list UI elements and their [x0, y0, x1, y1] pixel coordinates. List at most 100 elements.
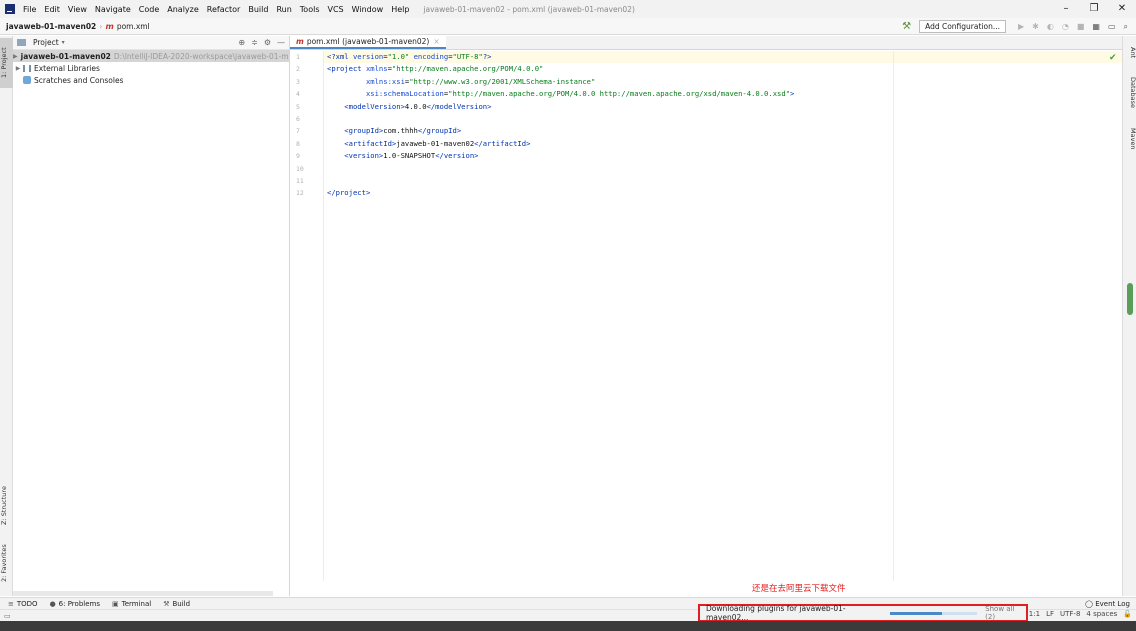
menu-edit[interactable]: Edit	[40, 5, 64, 14]
tab-build[interactable]: ⚒ Build	[163, 600, 190, 608]
editor-tab-label: pom.xml (javaweb-01-maven02)	[306, 37, 430, 46]
expand-arrow-icon[interactable]: ▶	[13, 53, 18, 60]
minimize-button[interactable]: –	[1052, 0, 1080, 18]
menu-window[interactable]: Window	[348, 5, 388, 14]
tab-favorites[interactable]: 2: Favorites	[0, 536, 13, 590]
no-problems-check-icon[interactable]: ✔	[1109, 53, 1117, 63]
layout-icon[interactable]: ▭	[1108, 22, 1116, 31]
progress-fill	[890, 611, 943, 615]
code-line-1[interactable]: <?xml version="1.0" encoding="UTF-8"?>	[324, 51, 1122, 64]
menu-code[interactable]: Code	[135, 5, 163, 14]
tab-project[interactable]: 1: Project	[0, 38, 13, 88]
line-number-gutter: 1 2 3 4 5 6 7 8 9 10 11 12	[290, 51, 324, 581]
line-number: 4	[296, 90, 300, 99]
code-line-5[interactable]: <modelVersion>4.0.0</modelVersion>	[324, 101, 1122, 113]
os-taskbar	[0, 621, 1136, 631]
caret-position[interactable]: 1:1	[1029, 610, 1040, 618]
tab-todo[interactable]: ≡ TODO	[8, 600, 38, 608]
locate-icon[interactable]: ⊕	[238, 38, 245, 47]
search-icon[interactable]: ⌕	[1124, 22, 1128, 32]
tab-structure[interactable]: Z: Structure	[0, 480, 13, 532]
menu-help[interactable]: Help	[387, 5, 413, 14]
project-panel-title[interactable]: Project	[33, 38, 59, 47]
lock-icon[interactable]: 🔓	[1123, 610, 1132, 618]
maven-file-icon: m	[105, 21, 114, 31]
code-editor[interactable]: <?xml version="1.0" encoding="UTF-8"?> <…	[324, 51, 1122, 581]
profile-icon[interactable]: ◔	[1062, 22, 1069, 31]
problems-icon: ●	[49, 599, 56, 608]
line-number: 2	[296, 65, 300, 74]
background-task-indicator[interactable]: Downloading plugins for javaweb-01-maven…	[698, 604, 1028, 622]
line-separator[interactable]: LF	[1046, 610, 1054, 618]
editor-scrollbar-thumb[interactable]	[1127, 283, 1133, 315]
code-line-12[interactable]: </project>	[324, 187, 1122, 199]
window-controls: – ❐ ✕	[1052, 0, 1136, 18]
menu-tools[interactable]: Tools	[296, 5, 324, 14]
stop-icon[interactable]: ■	[1077, 22, 1085, 31]
horizontal-scrollbar[interactable]	[13, 591, 273, 596]
tree-item-project-path: D:\IntelliJ-IDEA-2020-workspace\javaweb-…	[113, 51, 289, 61]
tab-ant[interactable]: Ant	[1123, 42, 1136, 64]
code-line-3[interactable]: xmlns:xsi="http://www.w3.org/2001/XMLSch…	[324, 76, 1122, 88]
breadcrumb-file[interactable]: pom.xml	[117, 22, 150, 31]
line-number: 5	[296, 102, 300, 111]
status-right: 1:1 LF UTF-8 4 spaces 🔓	[1023, 610, 1132, 618]
editor-tab-pom[interactable]: m pom.xml (javaweb-01-maven02) ×	[290, 36, 446, 49]
window-title: javaweb-01-maven02 - pom.xml (javaweb-01…	[423, 4, 635, 14]
tree-item-scratches[interactable]: Scratches and Consoles	[13, 74, 289, 86]
code-line-2[interactable]: <project xmlns="http://maven.apache.org/…	[324, 63, 1122, 75]
add-configuration-button[interactable]: Add Configuration...	[919, 20, 1006, 33]
collapse-all-icon[interactable]: ≑	[251, 38, 258, 47]
line-number: 3	[296, 77, 300, 86]
menu-view[interactable]: View	[64, 5, 91, 14]
line-number: 12	[296, 189, 304, 198]
menu-vcs[interactable]: VCS	[324, 5, 348, 14]
code-line-7[interactable]: <groupId>com.thhh</groupId>	[324, 125, 1122, 137]
tree-item-external-libraries[interactable]: ▶ External Libraries	[13, 62, 289, 74]
menu-navigate[interactable]: Navigate	[91, 5, 135, 14]
tab-problems[interactable]: ● 6: Problems	[50, 600, 100, 608]
expand-arrow-icon[interactable]: ▶	[13, 65, 23, 72]
tree-item-external-libraries-label: External Libraries	[34, 63, 100, 73]
run-toolbar: ⚒ Add Configuration... ▶ ✱ ◐ ◔ ■ ▦ ▭ ⌕	[902, 19, 1132, 34]
line-number: 11	[296, 176, 304, 185]
menu-run[interactable]: Run	[272, 5, 295, 14]
debug-icon[interactable]: ✱	[1032, 22, 1039, 31]
line-number: 1	[296, 53, 300, 61]
project-structure-icon[interactable]: ▦	[1092, 22, 1100, 31]
tree-item-project[interactable]: ▶ javaweb-01-maven02 D:\IntelliJ-IDEA-20…	[13, 50, 289, 62]
tab-database[interactable]: Database	[1123, 72, 1136, 114]
toggle-tool-windows-icon[interactable]: ▭	[4, 612, 11, 620]
code-line-8[interactable]: <artifactId>javaweb-01-maven02</artifact…	[324, 138, 1122, 150]
show-all-tasks-link[interactable]: Show all (2)	[985, 605, 1026, 621]
menu-build[interactable]: Build	[244, 5, 272, 14]
menu-file[interactable]: File	[19, 5, 40, 14]
indent-setting[interactable]: 4 spaces	[1086, 610, 1117, 618]
project-panel: Project ▾ ⊕ ≑ ⚙ — ▶ javaweb-01-maven02 D…	[13, 36, 290, 596]
tab-maven[interactable]: Maven	[1123, 122, 1136, 156]
gear-icon[interactable]: ⚙	[264, 38, 271, 47]
hide-icon[interactable]: —	[277, 38, 285, 47]
line-number: 7	[296, 127, 300, 136]
close-window-button[interactable]: ✕	[1108, 0, 1136, 18]
code-line-11[interactable]	[324, 175, 1122, 187]
code-line-6[interactable]	[324, 113, 1122, 125]
code-line-9[interactable]: <version>1.0-SNAPSHOT</version>	[324, 150, 1122, 162]
coverage-icon[interactable]: ◐	[1047, 22, 1054, 31]
menu-analyze[interactable]: Analyze	[163, 5, 203, 14]
navigation-bar: javaweb-01-maven02 › m pom.xml ⚒ Add Con…	[0, 18, 1136, 35]
breadcrumb-project[interactable]: javaweb-01-maven02	[6, 22, 96, 31]
scratches-icon	[23, 76, 31, 84]
terminal-icon: ▣	[111, 599, 119, 608]
menu-refactor[interactable]: Refactor	[203, 5, 245, 14]
restore-button[interactable]: ❐	[1080, 0, 1108, 18]
build-hammer-icon[interactable]: ⚒	[902, 21, 911, 32]
close-tab-icon[interactable]: ×	[433, 37, 439, 46]
code-line-4[interactable]: xsi:schemaLocation="http://maven.apache.…	[324, 88, 1122, 100]
chevron-down-icon[interactable]: ▾	[62, 39, 65, 46]
run-icon[interactable]: ▶	[1018, 22, 1024, 31]
line-number: 9	[296, 152, 300, 161]
tab-terminal[interactable]: ▣ Terminal	[112, 600, 151, 608]
code-line-10[interactable]	[324, 163, 1122, 175]
file-encoding[interactable]: UTF-8	[1060, 610, 1080, 618]
